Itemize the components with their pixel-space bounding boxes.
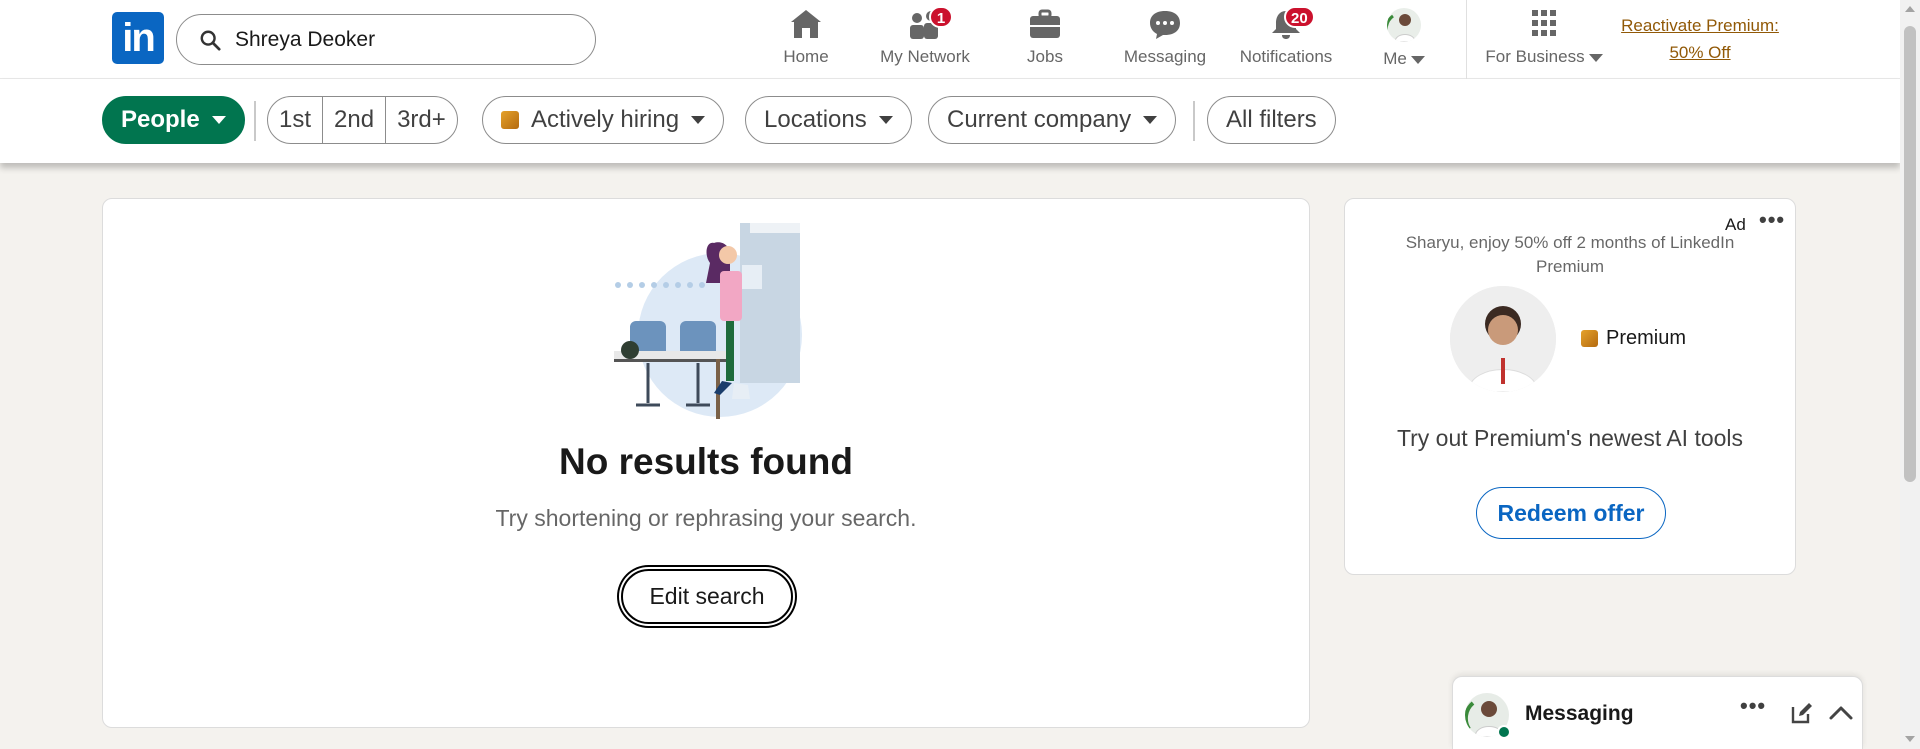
nav-messaging[interactable]: Messaging — [1117, 8, 1213, 70]
nav-me-label: Me — [1373, 49, 1435, 69]
degree-2nd-button[interactable]: 2nd — [323, 97, 387, 143]
nav-jobs[interactable]: Jobs — [1010, 8, 1080, 70]
search-results-card: No results found Try shortening or rephr… — [102, 198, 1310, 728]
nav-home-label: Home — [783, 47, 829, 66]
filter-divider — [254, 101, 256, 141]
nav-my-network[interactable]: 1 My Network — [872, 6, 978, 70]
nav-home[interactable]: Home — [769, 8, 843, 70]
premium-link-line2: 50% Off — [1669, 43, 1731, 62]
people-filter-pill[interactable]: People — [102, 96, 245, 144]
more-options-icon[interactable]: ••• — [1759, 207, 1785, 233]
network-badge: 1 — [929, 6, 953, 28]
search-icon — [200, 30, 221, 51]
nav-notifications-label: Notifications — [1239, 47, 1333, 66]
compose-icon[interactable] — [1790, 701, 1814, 725]
chevron-up-icon[interactable] — [1828, 701, 1854, 725]
messaging-overlay[interactable]: Messaging ••• — [1452, 676, 1863, 749]
degree-1st-button[interactable]: 1st — [268, 97, 324, 143]
chevron-down-icon — [878, 116, 893, 124]
premium-icon — [501, 111, 519, 129]
nav-business-label: For Business — [1482, 47, 1606, 67]
nav-divider — [1466, 0, 1467, 79]
chevron-down-icon — [211, 116, 226, 124]
premium-badge-label: Premium — [1606, 327, 1687, 349]
people-icon: 1 — [907, 6, 953, 40]
all-filters-button[interactable]: All filters — [1207, 96, 1336, 144]
notifications-badge: 20 — [1284, 6, 1315, 28]
chat-icon — [1147, 8, 1183, 40]
linkedin-logo[interactable]: in — [112, 12, 164, 64]
premium-badge: Premium — [1581, 327, 1686, 350]
premium-link-line1: Reactivate Premium: — [1621, 16, 1779, 35]
briefcase-icon — [1027, 8, 1063, 40]
scroll-up-arrow-icon[interactable] — [1905, 6, 1915, 12]
nav-me[interactable]: Me — [1373, 8, 1435, 70]
nav-for-business[interactable]: For Business — [1482, 8, 1606, 70]
scroll-down-arrow-icon[interactable] — [1905, 736, 1915, 742]
online-status-dot — [1497, 725, 1511, 739]
locations-pill[interactable]: Locations — [745, 96, 912, 144]
degree-3rd-button[interactable]: 3rd+ — [386, 97, 457, 143]
scrollbar-thumb[interactable] — [1904, 26, 1916, 482]
page-scrollbar[interactable] — [1900, 0, 1920, 749]
grid-icon — [1526, 8, 1562, 40]
reactivate-premium-link[interactable]: Reactivate Premium: 50% Off — [1616, 12, 1784, 66]
more-options-icon[interactable]: ••• — [1740, 693, 1766, 719]
global-nav: in Home 1 My Network — [0, 0, 1900, 79]
no-results-subtitle: Try shortening or rephrasing your search… — [495, 505, 917, 531]
messaging-title: Messaging — [1525, 702, 1634, 725]
ad-member-photo — [1450, 286, 1556, 392]
edit-search-button[interactable]: Edit search — [621, 569, 793, 624]
empty-state-illustration — [614, 223, 802, 419]
current-company-label: Current company — [947, 106, 1132, 133]
search-filter-bar: People 1st 2nd 3rd+ Actively hiring Loca… — [0, 79, 1900, 163]
bell-icon: 20 — [1268, 6, 1315, 40]
actively-hiring-label: Actively hiring — [531, 106, 680, 133]
nav-notifications[interactable]: 20 Notifications — [1233, 6, 1339, 70]
business-label-text: For Business — [1485, 47, 1585, 66]
premium-ad-card: Ad ••• Sharyu, enjoy 50% off 2 months of… — [1344, 198, 1796, 575]
locations-label: Locations — [764, 106, 867, 133]
me-label-text: Me — [1383, 49, 1407, 68]
actively-hiring-pill[interactable]: Actively hiring — [482, 96, 725, 144]
redeem-offer-button[interactable]: Redeem offer — [1476, 487, 1666, 539]
chevron-down-icon — [1143, 116, 1158, 124]
all-filters-label: All filters — [1226, 106, 1317, 133]
premium-icon — [1581, 330, 1598, 347]
filter-divider — [1193, 101, 1195, 141]
profile-avatar — [1387, 8, 1421, 42]
search-input[interactable] — [235, 25, 575, 55]
people-filter-label: People — [121, 106, 200, 133]
chevron-down-icon — [1588, 53, 1603, 62]
ad-tagline: Try out Premium's newest AI tools — [1396, 425, 1744, 451]
chevron-down-icon — [1410, 55, 1425, 64]
search-box[interactable] — [176, 14, 596, 65]
no-results-title: No results found — [559, 441, 853, 482]
home-icon — [788, 8, 824, 40]
connection-degree-group: 1st 2nd 3rd+ — [267, 96, 458, 144]
chevron-down-icon — [691, 116, 706, 124]
current-company-pill[interactable]: Current company — [928, 96, 1177, 144]
nav-jobs-label: Jobs — [1027, 47, 1063, 66]
ad-headline: Sharyu, enjoy 50% off 2 months of Linked… — [1405, 233, 1735, 276]
nav-network-label: My Network — [880, 47, 970, 66]
nav-messaging-label: Messaging — [1123, 47, 1207, 66]
